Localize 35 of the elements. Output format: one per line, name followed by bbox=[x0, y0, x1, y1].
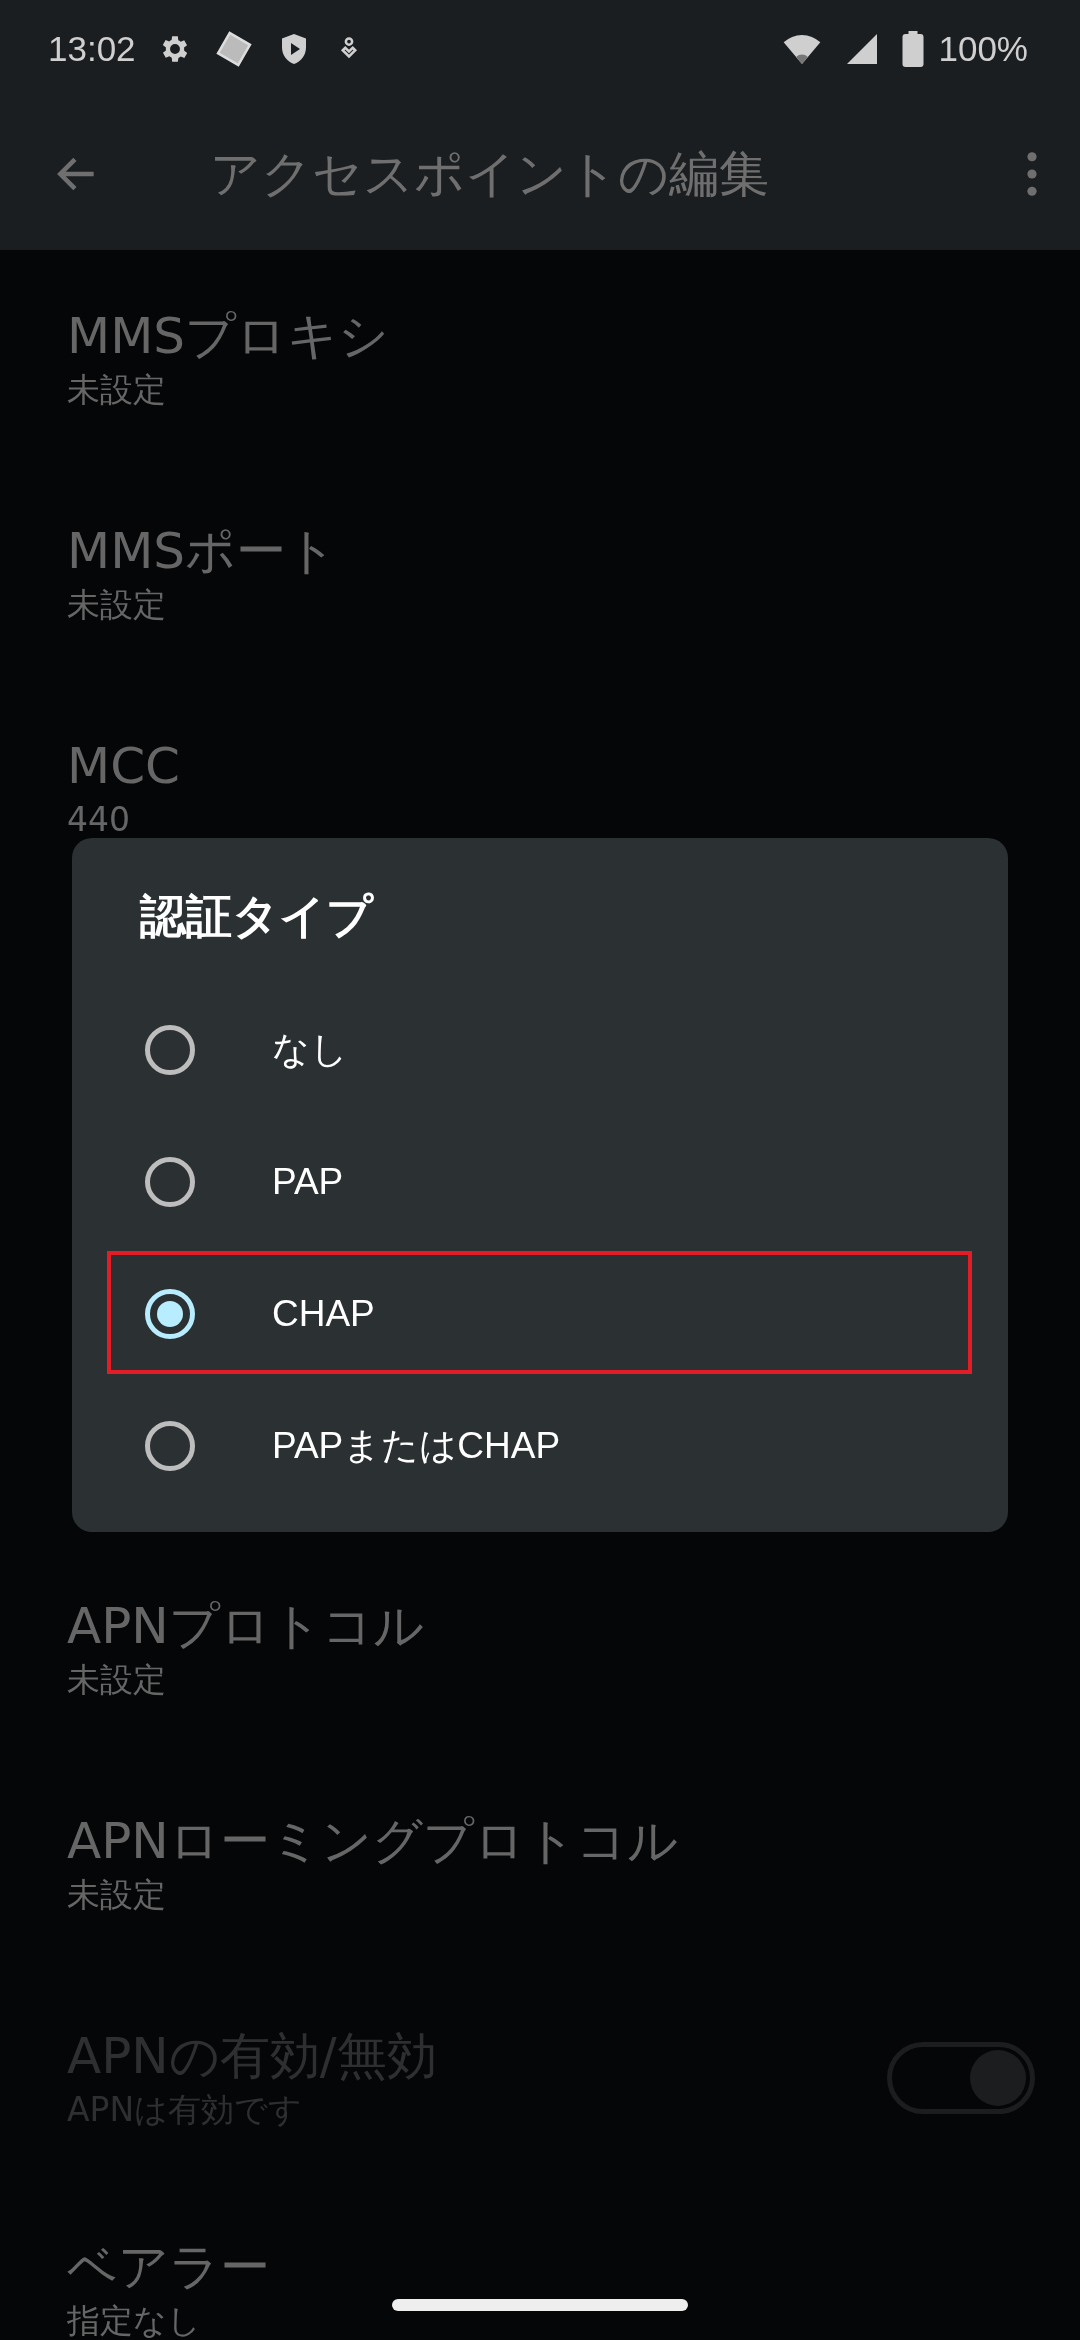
radio-option[interactable]: CHAP bbox=[107, 1248, 973, 1380]
setting-title: MMSポート bbox=[67, 520, 338, 582]
radio-button[interactable] bbox=[145, 1421, 195, 1471]
option-label: PAPまたはCHAP bbox=[272, 1424, 561, 1468]
setting-title: MMSプロキシ bbox=[67, 305, 390, 367]
option-label: PAP bbox=[272, 1161, 344, 1203]
setting-item[interactable]: APNローミングプロトコル 未設定 bbox=[67, 1755, 1080, 1970]
setting-title: APNプロトコル bbox=[67, 1595, 424, 1657]
more-options-icon[interactable] bbox=[1026, 151, 1038, 197]
battery-percent: 100% bbox=[938, 29, 1028, 69]
radio-button[interactable] bbox=[145, 1289, 195, 1339]
setting-summary: 未設定 bbox=[67, 583, 166, 626]
setting-summary: 指定なし bbox=[67, 2300, 201, 2340]
radio-button[interactable] bbox=[145, 1157, 195, 1207]
setting-item[interactable]: ベアラー 指定なし bbox=[67, 2185, 1080, 2340]
radio-button[interactable] bbox=[145, 1025, 195, 1075]
option-label: なし bbox=[272, 1028, 348, 1072]
setting-summary: 未設定 bbox=[67, 368, 166, 411]
setting-summary: 440 bbox=[67, 798, 130, 841]
setting-title: APNローミングプロトコル bbox=[67, 1810, 678, 1872]
option-label: CHAP bbox=[272, 1293, 375, 1335]
screen-title: アクセスポイントの編集 bbox=[210, 143, 769, 205]
battery-icon bbox=[902, 31, 925, 67]
setting-summary: 未設定 bbox=[67, 1658, 166, 1701]
setting-item[interactable]: MMSプロキシ 未設定 bbox=[67, 250, 1080, 465]
radio-option[interactable]: PAPまたはCHAP bbox=[107, 1380, 973, 1512]
setting-summary: 未設定 bbox=[67, 1873, 166, 1916]
setting-item[interactable]: APNプロトコル 未設定 bbox=[67, 1540, 1080, 1755]
setting-title: ベアラー bbox=[67, 2237, 270, 2298]
dialog-title: 認証タイプ bbox=[140, 888, 373, 945]
radio-option[interactable]: PAP bbox=[107, 1116, 973, 1248]
setting-title: MCC bbox=[67, 735, 180, 797]
radio-option[interactable]: なし bbox=[107, 984, 973, 1116]
setting-item[interactable]: MMSポート 未設定 bbox=[67, 465, 1080, 680]
status-time: 13:02 bbox=[48, 29, 136, 69]
